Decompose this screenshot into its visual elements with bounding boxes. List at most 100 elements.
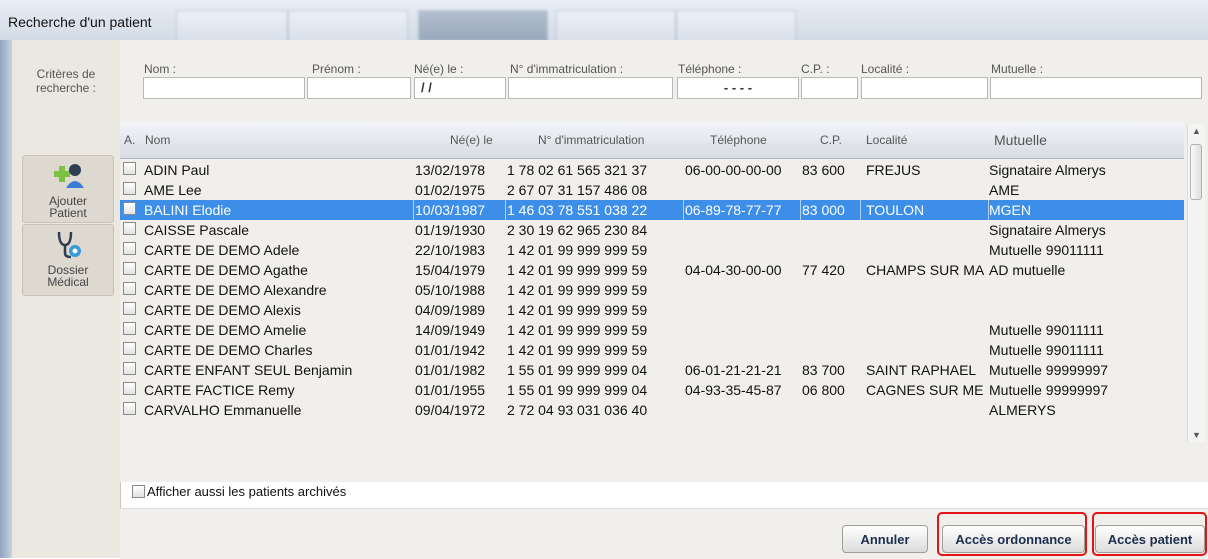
prenom-input[interactable] (307, 77, 411, 99)
cell-nom: CARTE DE DEMO Amelie (144, 322, 307, 338)
cell-mutuelle: Mutuelle 99011111 (989, 242, 1104, 258)
cell-immatriculation: 1 42 01 99 999 999 59 (507, 282, 648, 298)
archive-checkbox[interactable] (123, 262, 136, 275)
cell-nom: CARTE DE DEMO Agathe (144, 262, 308, 278)
cell-cp (802, 400, 860, 420)
cp-input[interactable] (801, 77, 858, 99)
cell-telephone (685, 340, 800, 360)
cell-mutuelle: Mutuelle 99999997 (989, 382, 1109, 398)
header-cp[interactable]: C.P. (820, 122, 842, 158)
table-row[interactable]: CAISSE Pascale 01/19/1930 2 30 19 62 965 2… (120, 220, 1184, 240)
cell-immatriculation: 1 42 01 99 999 999 59 (507, 262, 648, 278)
birthdate-input[interactable]: / / (414, 77, 506, 99)
mutuelle-input[interactable] (990, 77, 1202, 99)
cell-nom: ADIN Paul (144, 162, 210, 178)
cell-immatriculation: 1 78 02 61 565 321 37 (507, 162, 648, 178)
header-localite[interactable]: Localité (866, 122, 907, 158)
table-row[interactable]: CARTE DE DEMO Agathe 15/04/1979 1 42 01 99… (120, 260, 1184, 280)
cell-nom: CARTE ENFANT SEUL Benjamin (144, 362, 353, 378)
add-patient-button[interactable]: Ajouter Patient (22, 155, 114, 223)
table-row[interactable]: AME Lee 01/02/1975 2 67 07 31 157 486 08 AM… (120, 180, 1184, 200)
archive-checkbox[interactable] (123, 302, 136, 315)
cell-immatriculation: 1 55 01 99 999 999 04 (507, 382, 648, 398)
archived-checkbox[interactable] (132, 485, 145, 498)
cell-telephone: 06-01-21-21-21 (685, 362, 782, 378)
cell-localite (866, 240, 988, 260)
scroll-thumb[interactable] (1190, 144, 1202, 200)
cell-localite: TOULON (866, 202, 925, 218)
cell-cp: 06 800 (802, 382, 845, 398)
background-tab-2[interactable] (288, 10, 408, 41)
archived-patients-option[interactable]: Afficher aussi les patients archivés (132, 484, 346, 499)
archive-checkbox[interactable] (123, 402, 136, 415)
table-row[interactable]: CARTE DE DEMO Adele 22/10/1983 1 42 01 99 … (120, 240, 1184, 260)
cell-nom: CARTE FACTICE Remy (144, 382, 295, 398)
cell-immatriculation: 2 30 19 62 965 230 84 (507, 222, 648, 238)
cell-cp (802, 280, 860, 300)
archive-checkbox[interactable] (123, 282, 136, 295)
cell-telephone (685, 240, 800, 260)
header-mutuelle[interactable]: Mutuelle (994, 122, 1047, 158)
table-row[interactable]: CARTE DE DEMO Alexis 04/09/1989 1 42 01 99… (120, 300, 1184, 320)
table-row[interactable]: CARTE DE DEMO Amelie 14/09/1949 1 42 01 99… (120, 320, 1184, 340)
archive-checkbox[interactable] (123, 162, 136, 175)
archive-checkbox[interactable] (123, 202, 136, 215)
table-row[interactable]: CARTE FACTICE Remy 01/01/1955 1 55 01 99 9… (120, 380, 1184, 400)
table-row[interactable]: ADIN Paul 13/02/1978 1 78 02 61 565 321 37… (120, 160, 1184, 180)
cell-mutuelle: MGEN (989, 202, 1031, 218)
header-telephone[interactable]: Téléphone (710, 122, 767, 158)
cell-localite (866, 300, 988, 320)
table-row[interactable]: CARVALHO Emmanuelle 09/04/1972 2 72 04 93 … (120, 400, 1184, 420)
archive-checkbox[interactable] (123, 342, 136, 355)
cell-immatriculation: 2 72 04 93 031 036 40 (507, 402, 648, 418)
cell-ne-le: 01/02/1975 (415, 182, 486, 198)
cell-cp: 77 420 (802, 262, 845, 278)
header-nom[interactable]: Nom (145, 122, 170, 158)
table-row[interactable]: CARTE DE DEMO Charles 01/01/1942 1 42 01 9… (120, 340, 1184, 360)
cell-localite: FREJUS (866, 162, 921, 178)
telephone-input[interactable]: - - - - (677, 77, 799, 99)
localite-input[interactable] (861, 77, 988, 99)
highlight-prescription-button (937, 512, 1087, 556)
cell-ne-le: 10/03/1987 (415, 202, 486, 218)
cell-localite: CHAMPS SUR MA (866, 262, 985, 278)
archive-checkbox[interactable] (123, 242, 136, 255)
label-cp: C.P. : (801, 62, 830, 76)
window-title: Recherche d'un patient (8, 14, 152, 30)
header-archive[interactable]: A. (124, 122, 135, 158)
nom-input[interactable] (143, 77, 305, 99)
cell-cp (802, 320, 860, 340)
vertical-scrollbar[interactable]: ▲ ▼ (1187, 124, 1205, 442)
archive-checkbox[interactable] (123, 222, 136, 235)
archive-checkbox[interactable] (123, 362, 136, 375)
cell-ne-le: 13/02/1978 (415, 162, 486, 178)
cell-ne-le: 22/10/1983 (415, 242, 486, 258)
header-ne-le[interactable]: Né(e) le (450, 122, 493, 158)
immatriculation-input[interactable] (508, 77, 673, 99)
cell-mutuelle: Signataire Almerys (989, 162, 1106, 178)
archive-checkbox[interactable] (123, 322, 136, 335)
column-separator (683, 200, 684, 220)
background-tab-4[interactable] (556, 10, 676, 41)
scroll-up-icon[interactable]: ▲ (1192, 126, 1201, 136)
table-row[interactable]: BALINI Elodie 10/03/1987 1 46 03 78 551 03… (120, 200, 1184, 220)
cancel-button[interactable]: Annuler (842, 525, 928, 553)
archive-checkbox[interactable] (123, 182, 136, 195)
background-tab-3[interactable] (418, 10, 548, 41)
cell-telephone (685, 300, 800, 320)
scroll-down-icon[interactable]: ▼ (1192, 430, 1201, 440)
stethoscope-icon (57, 231, 81, 259)
cell-telephone: 04-93-35-45-87 (685, 382, 782, 398)
table-header: A. Nom Né(e) le N° d'immatriculation Tél… (120, 122, 1184, 159)
medical-file-button[interactable]: Dossier Médical (22, 224, 114, 296)
header-immatriculation[interactable]: N° d'immatriculation (538, 122, 644, 158)
table-row[interactable]: CARTE DE DEMO Alexandre 05/10/1988 1 42 01… (120, 280, 1184, 300)
cell-telephone: 06-00-00-00-00 (685, 162, 782, 178)
cell-nom: CARVALHO Emmanuelle (144, 402, 302, 418)
column-separator (505, 200, 506, 220)
cell-cp (802, 300, 860, 320)
background-tab-1[interactable] (176, 10, 288, 41)
table-row[interactable]: CARTE ENFANT SEUL Benjamin 01/01/1982 1 55… (120, 360, 1184, 380)
background-tab-5[interactable] (676, 10, 796, 41)
archive-checkbox[interactable] (123, 382, 136, 395)
